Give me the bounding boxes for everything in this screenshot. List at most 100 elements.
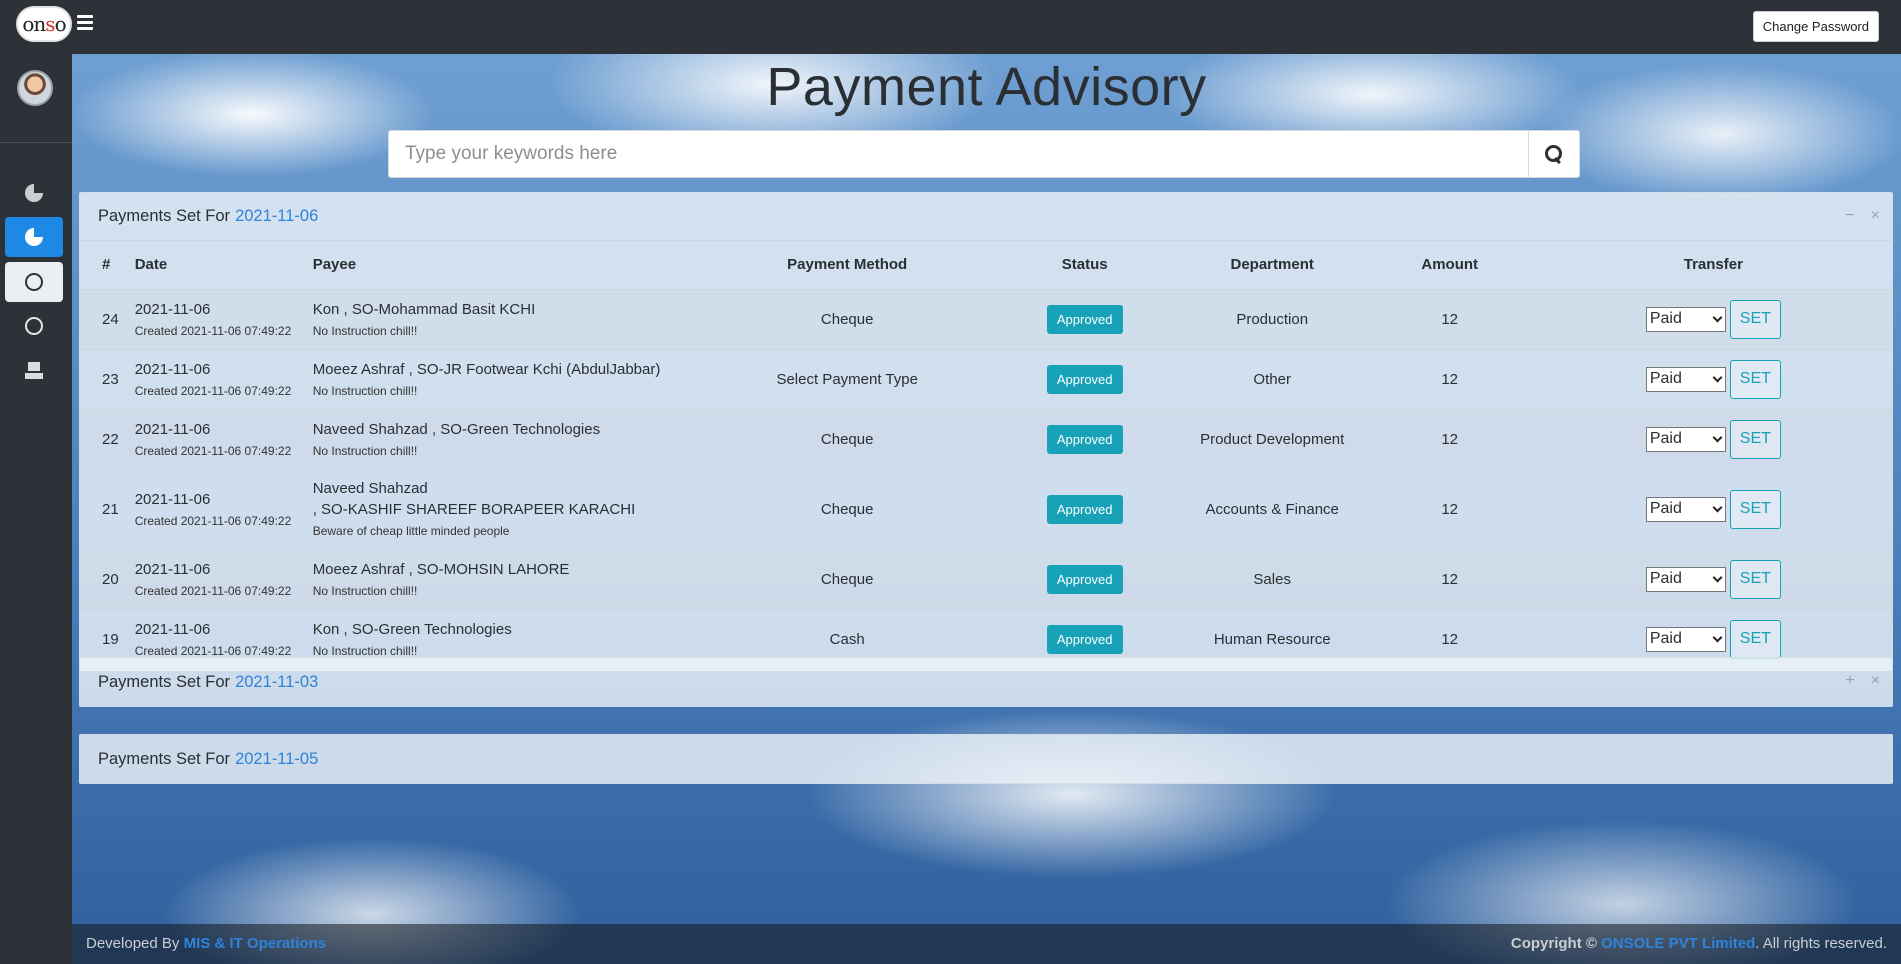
row-amount: 12 [1364, 289, 1535, 350]
close-icon[interactable]: × [1871, 207, 1880, 225]
row-date: 2021-11-06 [134, 420, 211, 438]
column-header-status[interactable]: Status [989, 241, 1180, 290]
transfer-controls: Paid SET [1645, 489, 1781, 529]
transfer-status-value: Paid [1649, 370, 1682, 387]
column-header-department[interactable]: Department [1179, 241, 1365, 290]
panel-tools: − × [1845, 207, 1880, 225]
set-transfer-button[interactable]: SET [1729, 419, 1781, 459]
menu-toggle-icon[interactable] [77, 15, 93, 31]
transfer-status-select[interactable]: Paid [1645, 306, 1726, 332]
column-header-payment-method[interactable]: Payment Method [704, 241, 990, 290]
row-date: 2021-11-06 [134, 490, 211, 508]
row-transfer-cell: Paid SET [1534, 289, 1892, 350]
row-payee-cell: Kon , SO-Mohammad Basit KCHI No Instructi… [304, 289, 705, 350]
row-date: 2021-11-06 [134, 360, 211, 378]
transfer-status-select[interactable]: Paid [1645, 626, 1726, 652]
payee-note: Beware of cheap little minded people [312, 524, 510, 538]
sidebar-item-dashboard[interactable] [5, 173, 63, 213]
table-row: 20 2021-11-06 Created 2021-11-06 07:49:22 M… [80, 549, 1892, 610]
chevron-down-icon [1712, 372, 1723, 382]
row-date-cell: 2021-11-06 Created 2021-11-06 07:49:22 [126, 349, 305, 410]
transfer-controls: Paid SET [1645, 419, 1781, 459]
sidebar-item-reports[interactable] [5, 217, 63, 257]
row-payment-method: Select Payment Type [704, 349, 990, 410]
transfer-status-select[interactable]: Paid [1645, 426, 1726, 452]
row-transfer-cell: Paid SET [1534, 549, 1892, 610]
transfer-status-value: Paid [1649, 630, 1682, 647]
search-button[interactable] [1528, 130, 1580, 178]
sidebar-item-circle-1[interactable] [5, 262, 63, 302]
payments-panel-2021-11-06: Payments Set For 2021-11-06 − × # Date P… [79, 192, 1893, 671]
row-date: 2021-11-06 [134, 620, 211, 638]
transfer-status-select[interactable]: Paid [1645, 366, 1726, 392]
column-header-amount[interactable]: Amount [1364, 241, 1535, 290]
row-amount: 12 [1364, 549, 1535, 610]
avatar[interactable] [17, 70, 53, 106]
set-transfer-button[interactable]: SET [1729, 619, 1781, 659]
transfer-controls: Paid SET [1645, 559, 1781, 599]
column-header-transfer[interactable]: Transfer [1534, 241, 1892, 290]
top-bar: on s o Change Password [0, 0, 1901, 54]
set-transfer-button[interactable]: SET [1729, 359, 1781, 399]
footer-rights: . All rights reserved. [1755, 935, 1887, 952]
column-header-number[interactable]: # [80, 241, 127, 290]
column-header-payee[interactable]: Payee [304, 241, 705, 290]
payments-panel-2021-11-03: Payments Set For 2021-11-03 + × [79, 657, 1893, 707]
row-created: Created 2021-11-06 07:49:22 [134, 443, 292, 458]
set-transfer-button[interactable]: SET [1729, 559, 1781, 599]
sidebar-item-tray[interactable] [5, 350, 63, 390]
chevron-down-icon [1712, 312, 1723, 322]
status-badge: Approved [1046, 494, 1123, 524]
row-transfer-cell: Paid SET [1534, 409, 1892, 470]
row-department: Other [1179, 349, 1365, 410]
status-badge: Approved [1046, 624, 1123, 654]
inbox-tray-icon [25, 362, 43, 379]
set-transfer-button[interactable]: SET [1729, 489, 1781, 529]
row-status-cell: Approved [989, 549, 1180, 610]
footer-copyright-label: Copyright © [1510, 935, 1597, 952]
payee-name: Kon , SO-Green Technologies [312, 620, 512, 638]
panel-title-date: 2021-11-03 [235, 672, 319, 691]
row-payment-method: Cheque [704, 469, 990, 550]
payments-panel-2021-11-05: Payments Set For 2021-11-05 [79, 734, 1893, 784]
row-number: 23 [80, 349, 127, 410]
set-transfer-button[interactable]: SET [1729, 299, 1781, 339]
payee-name: Moeez Ashraf , SO-JR Footwear Kchi (Abdu… [312, 360, 661, 378]
footer-credits: Developed By MIS & IT Operations [86, 935, 326, 952]
payee-note: No Instruction chill!! [312, 383, 418, 398]
row-number: 21 [80, 469, 127, 550]
transfer-status-select[interactable]: Paid [1645, 496, 1726, 522]
payee-note: No Instruction chill!! [312, 643, 418, 658]
sidebar-item-circle-2[interactable] [5, 306, 63, 346]
change-password-button[interactable]: Change Password [1752, 11, 1879, 42]
panel-tools: + × [1845, 672, 1880, 690]
transfer-status-select[interactable]: Paid [1645, 566, 1726, 592]
table-row: 24 2021-11-06 Created 2021-11-06 07:49:22 K… [80, 289, 1892, 350]
row-payee-cell: Naveed Shahzad , SO-Green Technologies No… [304, 409, 705, 470]
row-payee-cell: Naveed Shahzad , SO-KASHIF SHAREEF BORAPE… [304, 469, 705, 550]
onsole-logo[interactable]: on s o [16, 6, 72, 42]
payee-name: Kon , SO-Mohammad Basit KCHI [312, 300, 536, 318]
status-badge: Approved [1046, 304, 1123, 334]
search-input[interactable] [388, 130, 1528, 178]
panel-header[interactable]: Payments Set For 2021-11-05 [80, 735, 1892, 783]
payee-note: No Instruction chill!! [312, 323, 418, 338]
main-content: Payment Advisory Payments Set For 2021-1… [72, 54, 1901, 964]
row-date-cell: 2021-11-06 Created 2021-11-06 07:49:22 [126, 289, 305, 350]
row-date: 2021-11-06 [134, 300, 211, 318]
close-icon[interactable]: × [1871, 672, 1880, 690]
panel-header: Payments Set For 2021-11-06 [80, 193, 1892, 241]
row-payee-cell: Moeez Ashraf , SO-JR Footwear Kchi (Abdu… [304, 349, 705, 410]
chevron-down-icon [1712, 632, 1723, 642]
footer-developer-link[interactable]: MIS & IT Operations [184, 935, 327, 952]
row-created: Created 2021-11-06 07:49:22 [134, 513, 292, 528]
payee-name: Naveed Shahzad [312, 480, 428, 497]
status-badge: Approved [1046, 564, 1123, 594]
footer-company-link[interactable]: ONSOLE PVT Limited [1601, 935, 1755, 952]
column-header-date[interactable]: Date [126, 241, 305, 290]
panel-header[interactable]: Payments Set For 2021-11-03 [80, 658, 1892, 706]
collapse-icon[interactable]: − [1845, 207, 1854, 225]
chevron-down-icon [1712, 502, 1723, 512]
transfer-controls: Paid SET [1645, 359, 1781, 399]
expand-icon[interactable]: + [1845, 672, 1854, 690]
